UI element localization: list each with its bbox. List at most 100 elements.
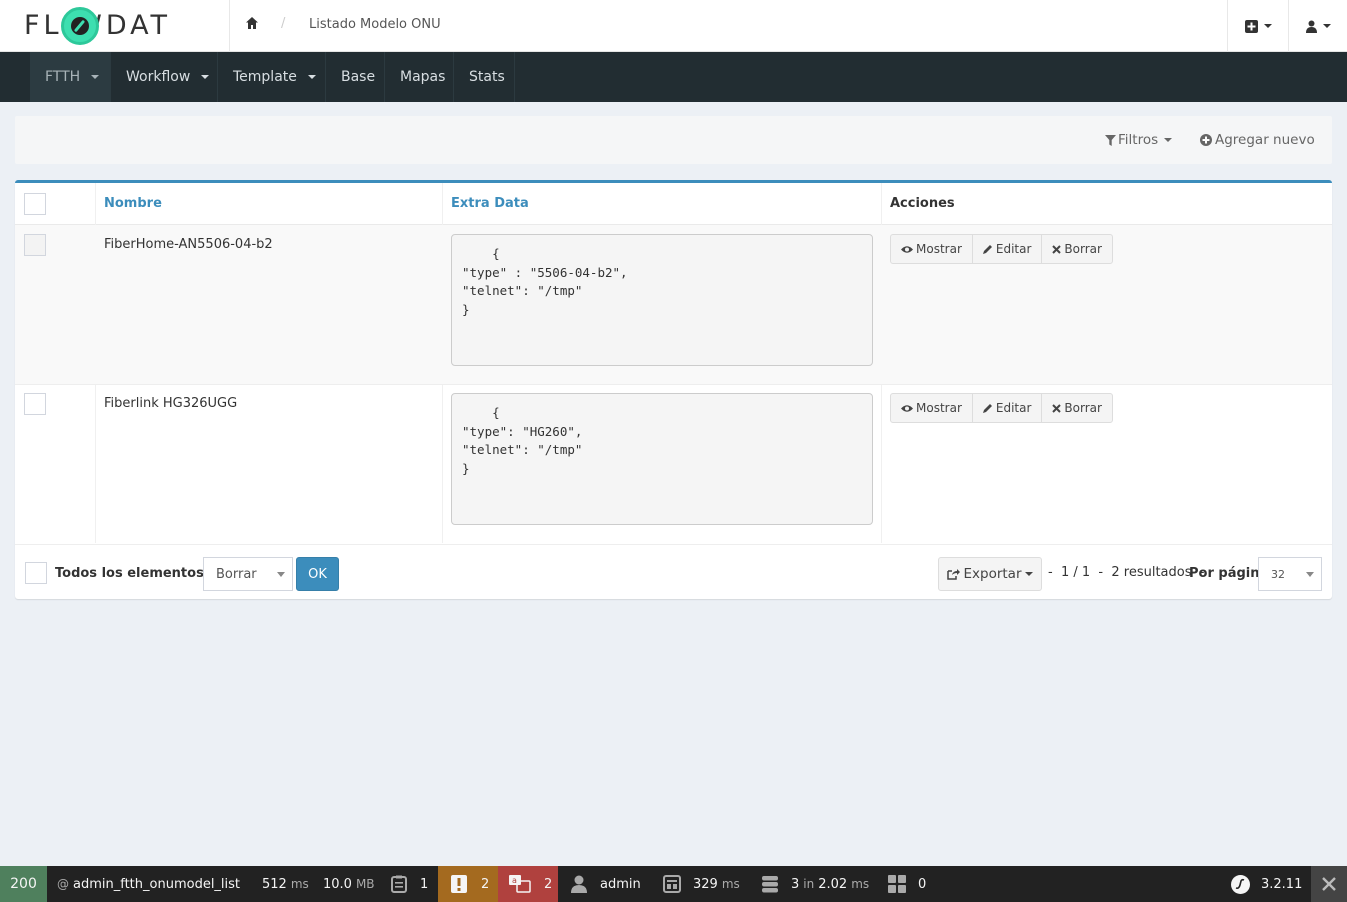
pencil-icon	[982, 245, 992, 254]
batch-action-select[interactable]: Borrar	[203, 557, 293, 591]
plus-square-icon	[1244, 19, 1258, 33]
nav-item-ftth[interactable]: FTTH	[30, 52, 111, 102]
delete-button[interactable]: Borrar	[1042, 235, 1112, 263]
close-toolbar-button[interactable]	[1311, 866, 1347, 902]
debug-toolbar: 200 @ admin_ftth_onumodel_list 512 ms 10…	[0, 866, 1347, 902]
extra-data-box: { "type" : "5506-04-b2", "telnet": "/tmp…	[451, 234, 873, 366]
caret-down-icon	[1263, 24, 1272, 28]
caret-down-icon	[307, 75, 316, 79]
pagination-info: - 1 / 1 - 2 resultados -	[1048, 565, 1205, 580]
at-sign: @	[57, 877, 69, 891]
db-in: in	[803, 877, 815, 891]
filters-dropdown[interactable]: Filtros	[1105, 132, 1173, 148]
extra-data-box: { "type": "HG260", "telnet": "/tmp" }	[451, 393, 873, 525]
nav-item-label: Stats	[469, 69, 505, 85]
column-header-acciones: Acciones	[882, 183, 1332, 225]
nav-item-label: FTTH	[45, 69, 81, 85]
db-time: 2.02	[818, 876, 848, 892]
per-page-value: 32	[1271, 567, 1285, 581]
filters-label: Filtros	[1118, 132, 1159, 148]
user-icon	[571, 875, 587, 893]
caret-down-icon	[201, 75, 210, 79]
all-elements-checkbox[interactable]	[25, 562, 47, 584]
add-new-label: Agregar nuevo	[1215, 132, 1315, 148]
security-panel[interactable]: admin	[571, 866, 641, 902]
select-all-checkbox[interactable]	[24, 193, 46, 215]
times-icon	[1052, 244, 1062, 254]
row-checkbox[interactable]	[24, 234, 46, 256]
twig-panel[interactable]: 329 ms	[663, 866, 740, 902]
home-icon[interactable]	[245, 16, 259, 30]
edit-button[interactable]: Editar	[973, 235, 1043, 263]
logs-count: 2	[481, 876, 490, 892]
time-unit: ms	[290, 877, 309, 891]
template-icon	[663, 875, 681, 893]
export-label: Exportar	[963, 566, 1022, 582]
caret-down-icon	[1306, 572, 1314, 577]
nav-item-label: Base	[341, 69, 376, 85]
translations-count: 2	[544, 876, 553, 892]
delete-button[interactable]: Borrar	[1042, 394, 1112, 422]
db-unit: ms	[851, 877, 870, 891]
edit-button[interactable]: Editar	[973, 394, 1043, 422]
logo[interactable]: FL WDAT	[0, 0, 230, 52]
eye-icon	[901, 245, 913, 253]
column-header-extra-data[interactable]: Extra Data	[443, 183, 881, 225]
twig-time: 329	[693, 876, 718, 892]
caret-down-icon	[1024, 572, 1033, 576]
user-menu-button[interactable]	[1288, 0, 1347, 52]
widgets-count: 0	[918, 876, 927, 892]
show-label: Mostrar	[916, 401, 962, 415]
batch-action-value: Borrar	[216, 566, 257, 582]
add-new-button[interactable]: Agregar nuevo	[1200, 132, 1315, 148]
forms-panel[interactable]: 1	[390, 866, 428, 902]
memory-panel[interactable]: 10.0 MB	[323, 866, 375, 902]
svg-text:a: a	[512, 876, 517, 885]
symfony-version-panel[interactable]: 3.2.11	[1231, 866, 1302, 902]
add-menu-button[interactable]	[1227, 0, 1288, 52]
nav-item-workflow[interactable]: Workflow	[111, 52, 218, 102]
database-panel[interactable]: 3 in 2.02 ms	[761, 866, 869, 902]
logs-panel[interactable]: 2	[438, 866, 498, 902]
row-nombre[interactable]: FiberHome-AN5506-04-b2	[104, 237, 273, 252]
breadcrumb-separator: /	[281, 16, 286, 31]
column-header-nombre[interactable]: Nombre	[96, 183, 442, 225]
nav-item-mapas[interactable]: Mapas	[385, 52, 454, 102]
nav-item-template[interactable]: Template	[218, 52, 326, 102]
show-label: Mostrar	[916, 242, 962, 256]
time-panel[interactable]: 512 ms	[262, 866, 309, 902]
batch-ok-button[interactable]: OK	[296, 557, 339, 591]
nav-item-base[interactable]: Base	[326, 52, 385, 102]
translation-icon: a	[509, 875, 531, 893]
warning-icon	[451, 875, 467, 893]
route-info[interactable]: @ admin_ftth_onumodel_list	[57, 866, 240, 902]
security-user: admin	[600, 876, 641, 892]
nav-item-label: Template	[233, 69, 297, 85]
caret-down-icon	[277, 572, 285, 577]
plus-circle-icon	[1200, 134, 1212, 146]
table-row: Fiberlink HG326UGG { "type": "HG260", "t…	[15, 385, 1332, 545]
translations-panel[interactable]: a 2	[498, 866, 558, 902]
row-actions: Mostrar Editar Borrar	[890, 234, 1113, 264]
database-icon	[762, 876, 778, 893]
per-page-select[interactable]: 32	[1258, 557, 1322, 591]
nav-item-stats[interactable]: Stats	[454, 52, 515, 102]
show-button[interactable]: Mostrar	[891, 235, 973, 263]
status-code: 200	[10, 876, 37, 892]
widgets-panel[interactable]: 0	[888, 866, 926, 902]
route-name: admin_ftth_onumodel_list	[73, 876, 241, 892]
column-label: Nombre	[104, 196, 162, 211]
user-icon	[1305, 20, 1317, 33]
clipboard-icon	[391, 875, 407, 893]
list-table: Nombre Extra Data Acciones FiberHome-AN5…	[15, 180, 1332, 599]
row-checkbox[interactable]	[24, 393, 46, 415]
export-dropdown[interactable]: Exportar	[938, 557, 1042, 591]
status-code-badge[interactable]: 200	[0, 866, 47, 902]
show-button[interactable]: Mostrar	[891, 394, 973, 422]
memory-unit: MB	[355, 877, 375, 891]
row-nombre[interactable]: Fiberlink HG326UGG	[104, 396, 237, 411]
filter-icon	[1105, 134, 1116, 146]
memory-value: 10.0	[323, 876, 352, 892]
caret-down-icon	[1164, 138, 1173, 142]
share-square-icon	[947, 569, 961, 580]
